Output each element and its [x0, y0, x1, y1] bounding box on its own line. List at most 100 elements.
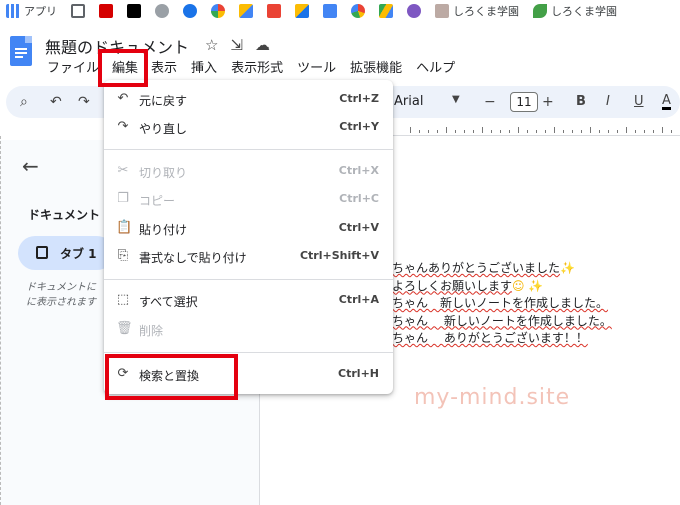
document-body[interactable]: こちゃんありがとうございました✨ ろよろしくお願いします☺ ✨ こちゃん 新しい…: [380, 260, 612, 348]
search-menus-icon[interactable]: ⌕: [20, 94, 28, 110]
bookmark-shield[interactable]: [155, 4, 169, 18]
shield-icon: [155, 4, 169, 18]
redo-toolbar-icon[interactable]: ↷: [78, 94, 90, 110]
menu-item-cut: ✂ 切り取り Ctrl+X: [117, 163, 379, 181]
text-color-button[interactable]: A: [662, 94, 671, 110]
doc-line: こちゃん 新しいノートを作成しました。: [380, 313, 612, 328]
star-icon[interactable]: ☆: [205, 36, 218, 54]
ruler-tick: [608, 130, 609, 133]
menu-format[interactable]: 表示形式: [224, 60, 290, 78]
cut-icon: ✂: [117, 163, 129, 178]
copy-icon: ❐: [117, 191, 129, 206]
ruler-tick: [581, 130, 582, 133]
ruler-tick: [428, 130, 429, 133]
bookmark-x[interactable]: [127, 4, 141, 18]
ruler-tick: [455, 130, 456, 133]
menu-file[interactable]: ファイル: [40, 60, 106, 78]
menu-help[interactable]: ヘルプ: [409, 60, 462, 78]
ruler-tick: [644, 130, 645, 133]
circle-logo-icon: [407, 4, 421, 18]
bookmark-google[interactable]: [351, 4, 365, 18]
docs-logo-icon[interactable]: [10, 36, 32, 66]
ruler-tick: [572, 130, 573, 133]
bookmark-gmail[interactable]: [267, 4, 281, 18]
ruler-tick: [410, 127, 411, 133]
ruler-tick: [464, 130, 465, 133]
menu-item-paste[interactable]: 📋 貼り付け Ctrl+V: [104, 215, 393, 243]
apps-grid-icon: [6, 4, 20, 18]
bold-button[interactable]: B: [576, 94, 586, 109]
bookmark-apps[interactable]: アプリ: [6, 3, 57, 19]
ruler-tick: [626, 127, 627, 133]
sparkles-icon: ✨: [560, 261, 575, 275]
page-edge: [0, 136, 2, 505]
ruler-tick: [437, 130, 438, 133]
decrease-font-button[interactable]: −: [484, 94, 496, 110]
redo-icon: ↷: [117, 119, 129, 134]
menu-item-paste-plain[interactable]: ⎘ 書式なしで貼り付け Ctrl+Shift+V: [104, 243, 393, 271]
select-all-icon: ⬚: [116, 292, 130, 307]
ruler-tick: [563, 130, 564, 133]
highlight-find-replace: [105, 354, 238, 400]
ruler-tick: [671, 130, 672, 133]
ruler-tick: [635, 130, 636, 133]
bookmark-shirokuma-1[interactable]: しろくま学園: [435, 3, 519, 19]
undo-toolbar-icon[interactable]: ↶: [50, 94, 62, 110]
edit-menu-dropdown: ↶ 元に戻す Ctrl+Z ↷ やり直し Ctrl+Y ✂ 切り取り Ctrl+…: [104, 80, 393, 394]
ruler-tick: [509, 130, 510, 133]
paste-plain-icon: ⎘: [117, 248, 129, 263]
doc-line: こちゃん 新しいノートを作成しました。: [380, 296, 609, 310]
italic-button[interactable]: I: [606, 94, 610, 109]
undo-icon: ↶: [117, 91, 129, 106]
menu-item-delete: 🗑 削除: [116, 321, 164, 339]
menu-view[interactable]: 表示: [144, 60, 184, 78]
bookmark-analytics[interactable]: [295, 4, 309, 18]
menu-extensions[interactable]: 拡張機能: [343, 60, 409, 78]
bookmark-shirokuma-2[interactable]: しろくま学園: [533, 3, 617, 19]
bookmark-docs[interactable]: [323, 4, 337, 18]
analytics-icon: [295, 4, 309, 18]
building-icon: [435, 4, 449, 18]
ruler-tick: [536, 130, 537, 133]
x-icon: [127, 4, 141, 18]
font-dropdown-icon[interactable]: ▼: [452, 94, 460, 105]
menu-separator: [104, 352, 393, 353]
smile-emoji-icon: ☺: [512, 278, 525, 293]
ruler-tick: [491, 130, 492, 133]
leaf-icon: [533, 4, 547, 18]
bookmark-ads[interactable]: [239, 4, 253, 18]
ruler-tick: [482, 127, 483, 133]
doc-line: こちゃんありがとうございました✨: [380, 261, 575, 275]
underline-button[interactable]: U: [634, 94, 644, 109]
menu-item-undo[interactable]: ↶ 元に戻す Ctrl+Z: [104, 86, 393, 114]
menu-item-select-all[interactable]: ⬚ すべて選択 Ctrl+A: [104, 287, 393, 315]
ruler-tick: [419, 130, 420, 133]
watermark: my-mind.site: [414, 385, 571, 410]
cloud-status-icon[interactable]: ☁: [255, 36, 270, 54]
document-tab-icon: [36, 246, 48, 259]
drive-icon: [379, 4, 393, 18]
menu-item-redo[interactable]: ↷ やり直し Ctrl+Y: [104, 114, 393, 142]
back-arrow-icon[interactable]: ←: [22, 154, 39, 178]
menu-insert[interactable]: 挿入: [184, 60, 224, 78]
ruler-tick: [518, 127, 519, 133]
menu-tools[interactable]: ツール: [290, 60, 343, 78]
paste-icon: 📋: [116, 220, 133, 235]
ruler-tick: [554, 127, 555, 133]
highlight-edit-menu: [98, 49, 148, 87]
doc-line: こちゃん ありがとうございます！！: [380, 331, 588, 345]
font-size-input[interactable]: 11: [510, 92, 538, 112]
bookmark-chrome[interactable]: [183, 4, 197, 18]
font-select[interactable]: Arial: [394, 94, 423, 109]
bookmark-drive[interactable]: [379, 4, 393, 18]
ruler-tick: [545, 130, 546, 133]
document-tab-1[interactable]: タブ 1: [18, 236, 114, 270]
move-folder-icon[interactable]: ⇲: [230, 36, 243, 54]
bookmark-pinwheel[interactable]: [211, 4, 225, 18]
ruler-tick: [500, 130, 501, 133]
bookmark-purple[interactable]: [407, 4, 421, 18]
increase-font-button[interactable]: +: [542, 94, 554, 110]
title-actions: ☆ ⇲ ☁: [205, 36, 270, 54]
bookmark-yahoo[interactable]: [99, 4, 113, 18]
bookmark-grid[interactable]: [71, 4, 85, 18]
